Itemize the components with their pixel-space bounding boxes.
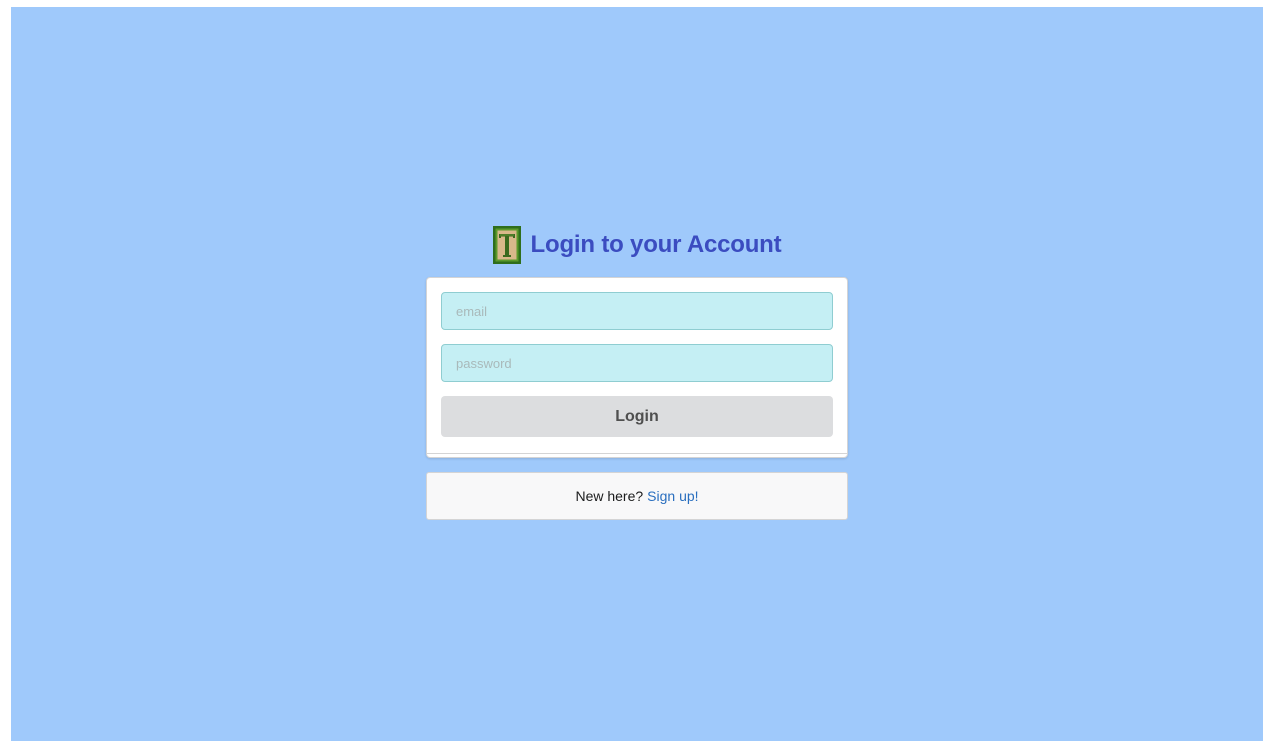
login-container: Login to your Account Login New here? Si… [426, 225, 848, 520]
page-background: Login to your Account Login New here? Si… [11, 7, 1263, 741]
login-header: Login to your Account [426, 225, 848, 265]
form-divider [427, 453, 847, 454]
email-field[interactable] [441, 292, 833, 330]
signup-link[interactable]: Sign up! [647, 488, 698, 504]
password-field[interactable] [441, 344, 833, 382]
page-title: Login to your Account [530, 231, 782, 258]
login-form: Login [426, 277, 848, 458]
login-button[interactable]: Login [441, 396, 833, 437]
signup-prompt: New here? [575, 488, 644, 504]
letter-t-logo-icon [492, 226, 521, 264]
signup-message: New here? Sign up! [426, 472, 848, 520]
